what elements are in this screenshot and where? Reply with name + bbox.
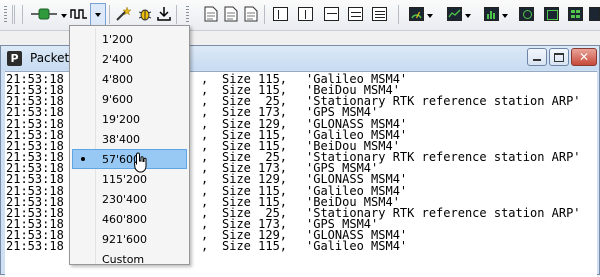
window-layout-icon[interactable] bbox=[296, 5, 314, 23]
maximize-icon bbox=[554, 52, 564, 62]
gauge-icon[interactable] bbox=[407, 5, 425, 23]
window-layout-icon[interactable] bbox=[271, 5, 289, 23]
toolbar-separator bbox=[176, 5, 177, 24]
window-layout-icon[interactable] bbox=[346, 5, 364, 23]
menu-item-baud-0[interactable]: 1'200 bbox=[72, 29, 187, 49]
toolbar-grip[interactable] bbox=[4, 6, 7, 23]
radio-dot-icon bbox=[81, 157, 85, 161]
document-icon[interactable] bbox=[202, 5, 220, 23]
close-icon: ✕ bbox=[578, 50, 590, 64]
menu-item-baud-1[interactable]: 2'400 bbox=[72, 49, 187, 69]
document-icon[interactable] bbox=[242, 5, 260, 23]
log-separator: , bbox=[201, 239, 209, 254]
document-icon[interactable] bbox=[222, 5, 240, 23]
log-time: 21:53:18 bbox=[6, 239, 64, 254]
connect-dropdown-arrow[interactable] bbox=[61, 14, 67, 18]
menu-item-label: 38'400 bbox=[102, 133, 141, 146]
log-message: 'Galileo MSM4' bbox=[306, 239, 408, 254]
baud-rate-menu: 1'200 2'400 4'800 9'600 19'200 38'400 57'600 11… bbox=[69, 25, 190, 266]
toolbar-separator bbox=[264, 5, 265, 24]
minimize-icon bbox=[533, 59, 541, 61]
toolbar-grip[interactable] bbox=[186, 6, 189, 23]
menu-item-baud-11[interactable]: Custom bbox=[72, 249, 187, 269]
settings-window-icon[interactable] bbox=[542, 5, 560, 23]
menu-item-baud-7[interactable]: 115'200 bbox=[72, 169, 187, 189]
chart-icon[interactable] bbox=[445, 5, 463, 23]
menu-item-label: Custom bbox=[102, 253, 145, 266]
menu-item-label: 460'800 bbox=[102, 213, 148, 226]
download-icon[interactable] bbox=[155, 5, 173, 23]
menu-item-baud-2[interactable]: 4'800 bbox=[72, 69, 187, 89]
grid-icon[interactable] bbox=[566, 5, 584, 23]
magic-wand-icon[interactable] bbox=[114, 5, 132, 23]
menu-item-label: 230'400 bbox=[102, 193, 148, 206]
chevron-down-icon[interactable] bbox=[465, 14, 471, 18]
baud-rate-dropdown-button[interactable] bbox=[90, 3, 106, 26]
bar-chart-icon[interactable] bbox=[482, 5, 500, 23]
menu-item-baud-5[interactable]: 38'400 bbox=[72, 129, 187, 149]
connect-icon[interactable] bbox=[30, 5, 58, 23]
menu-item-label: 2'400 bbox=[102, 53, 134, 66]
grid-icon[interactable] bbox=[589, 5, 600, 23]
close-button[interactable]: ✕ bbox=[571, 48, 597, 66]
minimize-button[interactable] bbox=[527, 48, 547, 66]
menu-item-label: 19'200 bbox=[102, 113, 141, 126]
toolbar-separator bbox=[14, 5, 15, 24]
camera-icon[interactable] bbox=[517, 5, 535, 23]
maximize-button[interactable] bbox=[549, 48, 569, 66]
window-layout-icon[interactable] bbox=[370, 5, 388, 23]
menu-item-baud-6[interactable]: 57'600 bbox=[72, 149, 187, 169]
app-icon: P bbox=[7, 51, 22, 66]
chevron-down-icon bbox=[95, 13, 101, 17]
menu-item-label: 4'800 bbox=[102, 73, 134, 86]
toolbar-separator bbox=[12, 5, 13, 24]
serial-signal-icon[interactable] bbox=[70, 5, 88, 23]
bug-icon[interactable] bbox=[136, 5, 154, 23]
menu-item-label: 1'200 bbox=[102, 33, 134, 46]
menu-item-baud-3[interactable]: 9'600 bbox=[72, 89, 187, 109]
menu-item-baud-8[interactable]: 230'400 bbox=[72, 189, 187, 209]
toolbar-separator bbox=[109, 5, 110, 24]
chevron-down-icon[interactable] bbox=[427, 14, 433, 18]
window-layout-icon[interactable] bbox=[322, 5, 340, 23]
mouse-cursor-icon bbox=[134, 152, 147, 173]
menu-item-label: 921'600 bbox=[102, 233, 148, 246]
toolbar-separator bbox=[22, 5, 23, 24]
menu-item-label: 115'200 bbox=[102, 173, 148, 186]
log-size: Size 115, bbox=[222, 239, 288, 254]
menu-item-label: 9'600 bbox=[102, 93, 134, 106]
menu-item-baud-9[interactable]: 460'800 bbox=[72, 209, 187, 229]
toolbar-separator bbox=[398, 5, 399, 24]
menu-item-baud-10[interactable]: 921'600 bbox=[72, 229, 187, 249]
chevron-down-icon[interactable] bbox=[502, 14, 508, 18]
menu-item-baud-4[interactable]: 19'200 bbox=[72, 109, 187, 129]
